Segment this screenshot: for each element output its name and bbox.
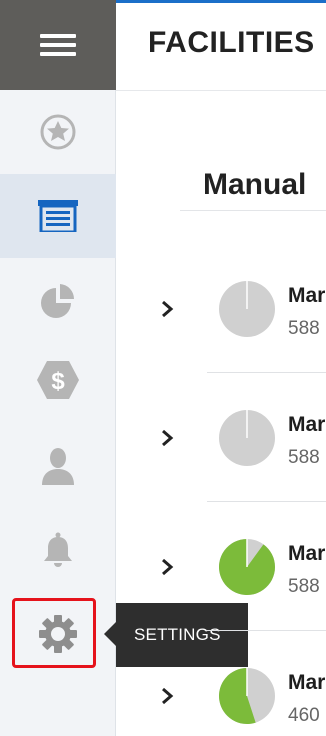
progress-pie-icon xyxy=(219,667,275,724)
tooltip-arrow xyxy=(104,622,116,646)
pie-chart-icon xyxy=(41,284,75,318)
sidebar-item-users[interactable] xyxy=(0,424,116,508)
sidebar-item-notifications[interactable] xyxy=(0,508,116,592)
star-icon xyxy=(40,114,76,150)
item-name: Mar xyxy=(288,542,326,565)
item-name: Mar xyxy=(288,671,326,694)
item-subtitle: 588 xyxy=(288,576,320,597)
svg-text:$: $ xyxy=(51,368,65,395)
list-item[interactable]: Mar 588 xyxy=(116,244,326,373)
list-item[interactable]: Mar 588 xyxy=(116,502,326,631)
page-title: FACILITIES xyxy=(148,26,315,59)
sidebar-item-favorites[interactable] xyxy=(0,90,116,174)
item-subtitle: 588 xyxy=(288,318,320,339)
progress-pie-icon xyxy=(219,409,275,466)
bell-icon xyxy=(44,532,72,567)
chevron-right-icon[interactable] xyxy=(160,428,174,448)
hamburger-icon xyxy=(40,29,76,61)
chevron-right-icon[interactable] xyxy=(160,299,174,319)
item-subtitle: 460 xyxy=(288,705,320,726)
list-item[interactable]: Mar 460 xyxy=(116,631,326,736)
item-subtitle: 588 xyxy=(288,447,320,468)
progress-pie-icon xyxy=(219,280,275,337)
sidebar-item-billing[interactable]: $ xyxy=(0,338,116,422)
header-divider xyxy=(116,90,326,91)
menu-button[interactable] xyxy=(0,0,116,90)
facility-icon xyxy=(38,200,78,232)
section-divider xyxy=(180,210,326,211)
top-accent-bar xyxy=(116,0,326,3)
dollar-hex-icon: $ xyxy=(37,361,79,399)
item-name: Mar xyxy=(288,413,326,436)
sidebar-item-facilities[interactable] xyxy=(0,174,116,258)
chevron-right-icon[interactable] xyxy=(160,686,174,706)
chevron-right-icon[interactable] xyxy=(160,557,174,577)
settings-highlight-box xyxy=(12,598,96,668)
list-item[interactable]: Mar 588 xyxy=(116,373,326,502)
user-icon xyxy=(42,448,74,485)
progress-pie-icon xyxy=(219,538,275,595)
item-name: Mar xyxy=(288,284,326,307)
sidebar-item-reports[interactable] xyxy=(0,258,116,342)
section-title: Manual xyxy=(203,168,307,201)
